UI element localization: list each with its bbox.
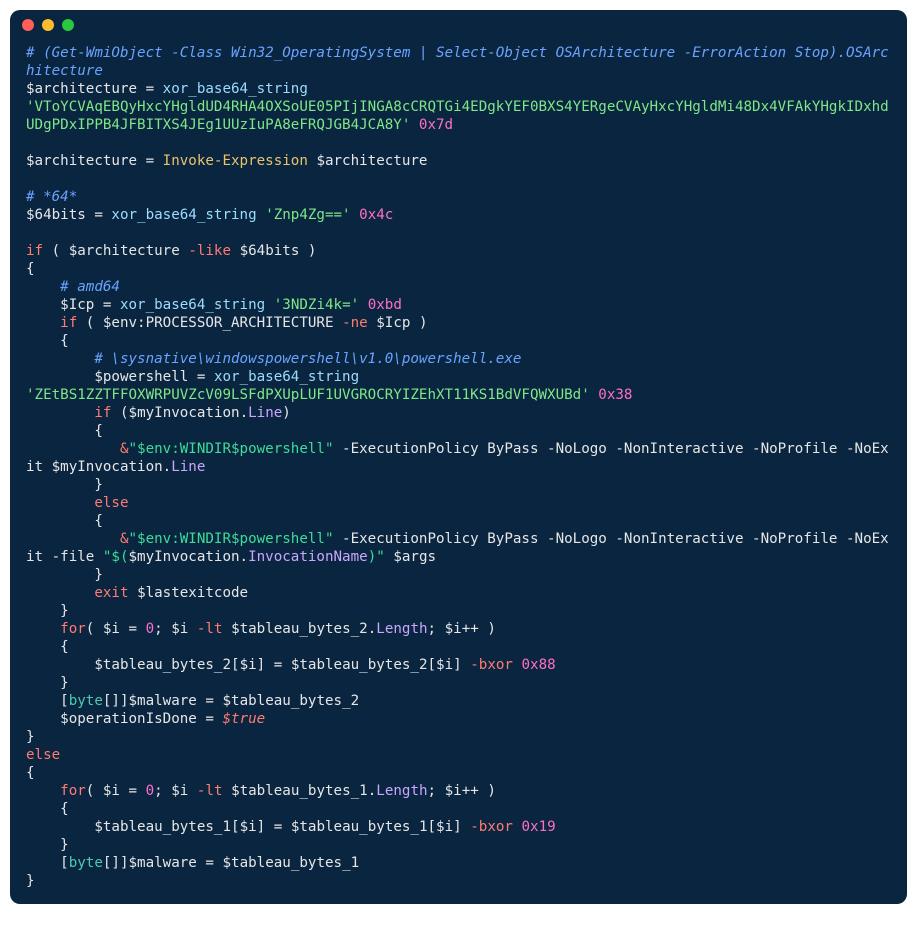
close-icon[interactable] — [22, 19, 34, 31]
code-content: # (Get-WmiObject -Class Win32_OperatingS… — [10, 40, 907, 890]
window-titlebar — [10, 10, 907, 40]
terminal-window: # (Get-WmiObject -Class Win32_OperatingS… — [10, 10, 907, 904]
maximize-icon[interactable] — [62, 19, 74, 31]
minimize-icon[interactable] — [42, 19, 54, 31]
